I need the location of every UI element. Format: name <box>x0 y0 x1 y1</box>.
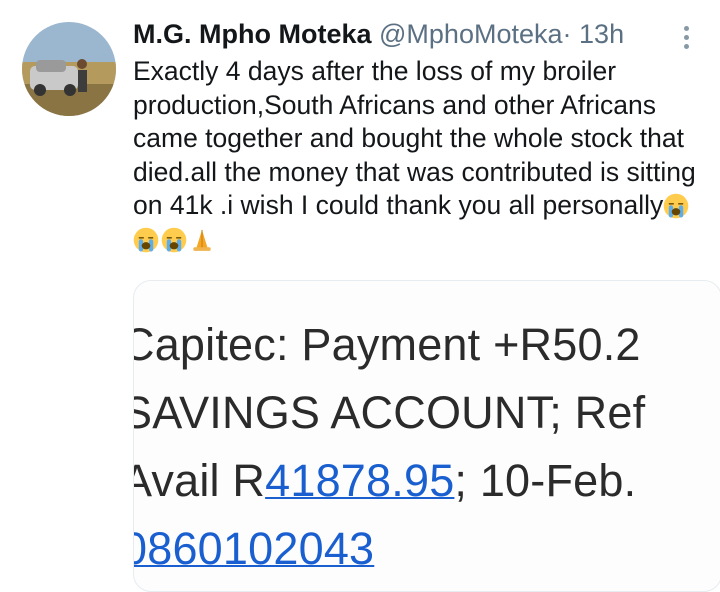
loudly-crying-face-icon <box>161 227 187 252</box>
tweet-media-image[interactable]: Capitec: Payment +R50.2 SAVINGS ACCOUNT;… <box>133 280 720 592</box>
author-name[interactable]: M.G. Mpho Moteka <box>133 19 372 49</box>
separator: · <box>562 19 572 49</box>
sms-balance-link[interactable]: 41878.95 <box>265 455 454 506</box>
sms-line-3: Avail R41878.95; 10-Feb. <box>133 455 637 507</box>
folded-hands-icon <box>193 229 211 251</box>
more-options-icon[interactable] <box>676 22 696 50</box>
sms-line-4: 0860102043 <box>134 523 374 575</box>
sms-date: ; 10-Feb. <box>454 455 637 506</box>
sms-line-2: SAVINGS ACCOUNT; Ref <box>133 387 646 438</box>
tweet-header: M.G. Mpho Moteka @MphoMoteka· 13h <box>133 14 693 54</box>
sms-line-1: Capitec: Payment +R50.2 <box>133 319 641 370</box>
sms-phone-link[interactable]: 0860102043 <box>134 523 374 574</box>
tweet-timestamp[interactable]: 13h <box>579 19 624 49</box>
author-handle[interactable]: @MphoMoteka <box>379 19 563 49</box>
tweet-text: Exactly 4 days after the loss of my broi… <box>133 55 708 256</box>
loudly-crying-face-icon <box>664 193 689 219</box>
author-avatar[interactable] <box>22 22 116 116</box>
avatar-photo <box>22 22 116 116</box>
loudly-crying-face-icon <box>133 227 159 252</box>
sms-balance-label: Avail R <box>133 455 266 506</box>
tweet-body: Exactly 4 days after the loss of my broi… <box>133 56 696 220</box>
